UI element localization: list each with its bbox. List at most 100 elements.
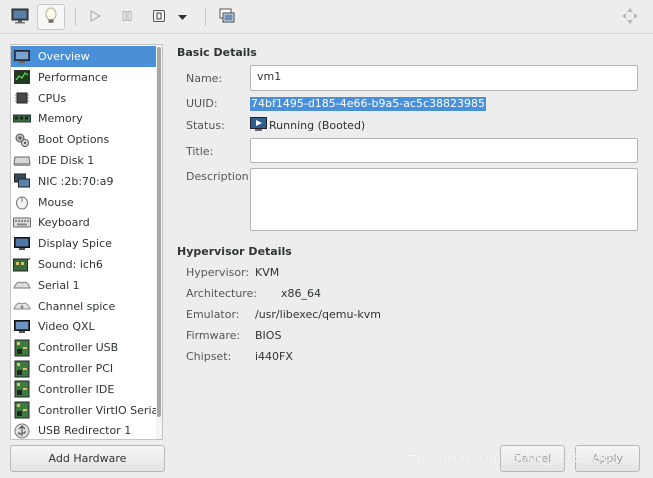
sidebar-item-usb-redirector-1[interactable]: USB Redirector 1	[11, 420, 157, 439]
sidebar-item-controller-usb[interactable]: Controller USB	[11, 337, 157, 358]
shutdown-menu-button[interactable]	[173, 4, 191, 30]
hypervisor-value: KVM	[255, 266, 280, 279]
watermark-text: https://blog.csdn.net/qq_41168390	[400, 451, 611, 465]
console-monitor-icon	[11, 8, 29, 27]
sound-card-icon	[13, 257, 31, 273]
network-card-icon	[13, 173, 31, 189]
sidebar-item-controller-pci[interactable]: Controller PCI	[11, 358, 157, 379]
sidebar-item-boot-options[interactable]: Boot Options	[11, 129, 157, 150]
overview-monitor-icon	[13, 49, 31, 65]
pause-icon	[121, 10, 133, 25]
sidebar-item-ide-disk-1[interactable]: IDE Disk 1	[11, 150, 157, 171]
sidebar-item-display-spice[interactable]: Display Spice	[11, 233, 157, 254]
emulator-label: Emulator:	[186, 308, 240, 321]
scrollbar-track[interactable]	[156, 45, 162, 439]
sidebar-item-controller-ide[interactable]: Controller IDE	[11, 379, 157, 400]
pause-button[interactable]	[113, 4, 141, 30]
sidebar-item-controller-virtio-serial[interactable]: Controller VirtIO Serial	[11, 400, 161, 421]
memory-module-icon	[13, 111, 31, 127]
architecture-value: x86_64	[281, 287, 322, 300]
name-field[interactable]: vm1	[250, 65, 638, 91]
title-field[interactable]	[250, 138, 638, 163]
scrollbar-thumb[interactable]	[157, 47, 161, 417]
mouse-icon	[13, 194, 31, 210]
snapshots-button[interactable]	[213, 4, 241, 30]
controller-board-icon	[13, 401, 31, 419]
sidebar-item-label: Controller PCI	[38, 362, 114, 375]
sidebar-item-sound-ich6[interactable]: Sound: ich6	[11, 254, 157, 275]
basic-details-heading: Basic Details	[177, 46, 257, 59]
sidebar-item-label: Boot Options	[38, 133, 110, 147]
disk-drive-icon	[13, 153, 31, 169]
sidebar-item-label: Serial 1	[38, 278, 80, 292]
running-icon	[250, 117, 267, 135]
sidebar-item-label: Controller USB	[38, 341, 119, 355]
sidebar-item-label: IDE Disk 1	[38, 154, 95, 167]
play-icon	[89, 9, 102, 25]
sidebar-item-label: NIC :2b:70:a9	[38, 174, 114, 188]
add-hardware-button[interactable]: Add Hardware	[10, 445, 165, 472]
lightbulb-icon	[44, 7, 58, 28]
sidebar-item-label: Video QXL	[38, 320, 95, 334]
snapshots-icon	[219, 8, 235, 27]
run-button[interactable]	[81, 4, 109, 30]
sidebar-item-label: Performance	[38, 70, 108, 84]
sidebar-item-label: CPUs	[38, 91, 67, 105]
sidebar-item-label: Controller IDE	[38, 382, 115, 396]
sidebar-item-label: Mouse	[38, 195, 74, 209]
fullscreen-button[interactable]	[616, 4, 644, 30]
controller-board-icon	[13, 339, 31, 357]
channel-icon	[13, 298, 31, 314]
shutdown-button[interactable]	[145, 4, 173, 30]
sidebar-item-mouse[interactable]: Mouse	[11, 192, 157, 213]
uuid-value[interactable]: 74bf1495-d185-4e66-b9a5-ac5c38823985	[250, 97, 487, 111]
sidebar-item-label: Overview	[38, 50, 90, 63]
serial-port-icon	[13, 277, 31, 293]
firmware-value: BIOS	[255, 329, 282, 342]
description-label: Description:	[186, 170, 253, 183]
usb-redirector-icon	[13, 423, 31, 439]
chipset-value: i440FX	[255, 350, 293, 363]
firmware-label: Firmware:	[186, 329, 241, 342]
video-card-icon	[13, 319, 31, 335]
toolbar-separator	[75, 8, 76, 26]
keyboard-icon	[13, 215, 31, 231]
sidebar-item-serial-1[interactable]: Serial 1	[11, 275, 157, 296]
details-view-button[interactable]	[37, 4, 65, 30]
sidebar-item-nic-2b-70-a9[interactable]: NIC :2b:70:a9	[11, 171, 157, 192]
sidebar-item-video-qxl[interactable]: Video QXL	[11, 316, 157, 337]
sidebar-item-label: Sound: ich6	[38, 258, 103, 271]
toolbar-separator	[205, 8, 206, 26]
chipset-label: Chipset:	[186, 350, 232, 363]
hardware-list[interactable]: Overview Performance CPUs Memory Boot Option…	[10, 44, 163, 440]
uuid-label: UUID:	[186, 97, 218, 110]
boot-gear-icon	[13, 132, 31, 148]
name-label: Name:	[186, 72, 223, 85]
architecture-label: Architecture:	[186, 287, 258, 300]
sidebar-item-label: Controller VirtIO Serial	[38, 403, 162, 417]
performance-graph-icon	[13, 69, 31, 85]
sidebar-item-label: Memory	[38, 112, 83, 126]
sidebar-item-memory[interactable]: Memory	[11, 108, 157, 129]
sidebar-item-label: Display Spice	[38, 237, 112, 251]
sidebar-item-performance[interactable]: Performance	[11, 67, 157, 88]
cpu-chip-icon	[13, 90, 31, 106]
status-label: Status:	[186, 119, 225, 132]
emulator-value: /usr/libexec/qemu-kvm	[255, 308, 382, 321]
sidebar-item-label: Keyboard	[38, 216, 90, 230]
sidebar-item-label: Channel spice	[38, 299, 116, 313]
description-field[interactable]	[250, 168, 638, 231]
status-value: Running (Booted)	[269, 119, 366, 132]
hypervisor-details-heading: Hypervisor Details	[177, 245, 292, 258]
sidebar-item-keyboard[interactable]: Keyboard	[11, 212, 157, 233]
hypervisor-label: Hypervisor:	[186, 266, 250, 279]
console-view-button[interactable]	[6, 4, 34, 30]
sidebar-item-overview[interactable]: Overview	[11, 46, 157, 67]
move-arrows-icon	[622, 7, 638, 27]
sidebar-item-channel-spice[interactable]: Channel spice	[11, 296, 157, 317]
controller-board-icon	[13, 360, 31, 377]
power-icon	[152, 9, 166, 26]
controller-board-icon	[13, 380, 31, 398]
display-monitor-icon	[13, 236, 31, 252]
sidebar-item-cpus[interactable]: CPUs	[11, 88, 157, 109]
